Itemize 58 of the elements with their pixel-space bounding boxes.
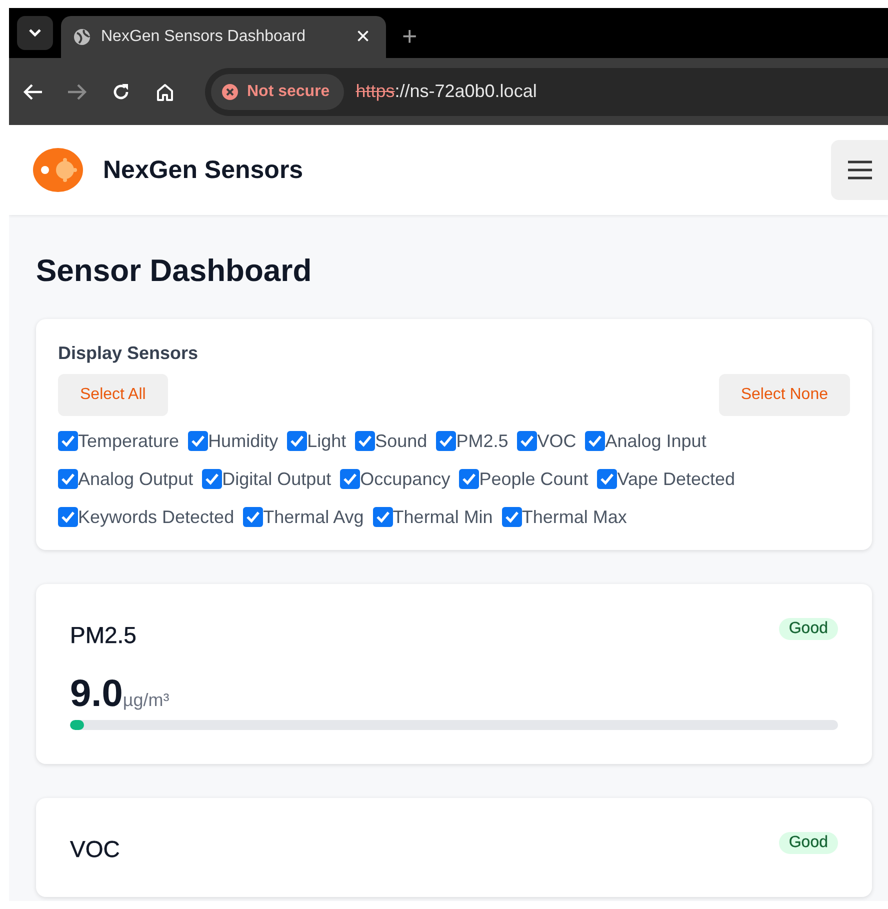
home-icon[interactable]	[155, 82, 175, 102]
checkbox-label[interactable]: Light	[307, 430, 346, 452]
checkbox[interactable]	[585, 431, 606, 451]
checkbox-label[interactable]: VOC	[537, 430, 576, 452]
menu-icon	[846, 159, 872, 181]
reading-value: 9.0	[70, 673, 123, 716]
logo-icon	[33, 148, 83, 192]
reload-icon[interactable]	[111, 82, 131, 102]
address-field[interactable]: https://ns-72a0b0.local	[356, 81, 537, 102]
checkbox-label[interactable]: Vape Detected	[617, 468, 736, 490]
close-tab-button[interactable]: ×	[352, 25, 374, 49]
error-icon	[221, 82, 239, 100]
checkbox[interactable]	[372, 507, 393, 527]
checkbox[interactable]	[202, 469, 222, 489]
checkbox-label[interactable]: Thermal Max	[522, 506, 627, 528]
checkbox-label[interactable]: Temperature	[78, 430, 180, 452]
back-icon[interactable]	[23, 82, 43, 100]
checkbox-label[interactable]: Sound	[375, 430, 428, 452]
security-chip[interactable]: Not secure	[211, 74, 344, 110]
checkbox-label[interactable]: Thermal Avg	[263, 506, 364, 528]
chevron-down-icon	[28, 28, 42, 38]
status-label: Good	[778, 832, 838, 854]
checkbox[interactable]	[459, 469, 480, 489]
checkbox-label[interactable]: Analog Input	[605, 430, 706, 452]
checkbox[interactable]	[436, 431, 456, 451]
checkbox-label[interactable]: Digital Output	[222, 468, 332, 490]
checkbox-label[interactable]: Thermal Min	[392, 506, 493, 528]
checkbox[interactable]	[287, 431, 308, 451]
checkbox-label[interactable]: People Count	[479, 468, 588, 490]
checkbox[interactable]	[597, 469, 618, 489]
checkbox-label[interactable]: Occupancy	[360, 468, 450, 490]
status-label: Good	[778, 618, 838, 640]
checkbox[interactable]	[517, 431, 538, 451]
new-tab-button[interactable]: +	[396, 22, 424, 50]
checkbox-label[interactable]: Keywords Detected	[78, 506, 234, 528]
checkbox-label[interactable]: Analog Output	[78, 468, 194, 490]
reading-unit: µg/m³	[122, 690, 170, 711]
checkbox[interactable]	[243, 507, 264, 527]
card-title: VOC	[70, 836, 120, 863]
checkbox[interactable]	[502, 507, 522, 527]
browser-tab[interactable]: NexGen Sensors Dashboard ×	[61, 16, 386, 58]
checkbox[interactable]	[188, 431, 208, 451]
checkbox-label[interactable]: PM2.5	[456, 430, 508, 452]
brand-name: NexGen Sensors	[103, 156, 304, 184]
tab-title: NexGen Sensors Dashboard	[101, 28, 307, 46]
checkbox[interactable]	[355, 431, 376, 451]
card-title: PM2.5	[70, 622, 136, 649]
checkbox[interactable]	[58, 507, 78, 527]
section-title: Display Sensors	[58, 343, 200, 364]
page-title: Sensor Dashboard	[36, 253, 313, 289]
tab-list-button[interactable]	[17, 16, 53, 50]
checkbox[interactable]	[58, 431, 78, 451]
checkbox-label[interactable]: Humidity	[208, 430, 278, 452]
checkbox[interactable]	[340, 469, 360, 489]
globe-icon	[73, 28, 91, 46]
menu-button[interactable]	[831, 140, 888, 200]
forward-icon[interactable]	[67, 82, 87, 100]
checkbox[interactable]	[58, 469, 78, 489]
